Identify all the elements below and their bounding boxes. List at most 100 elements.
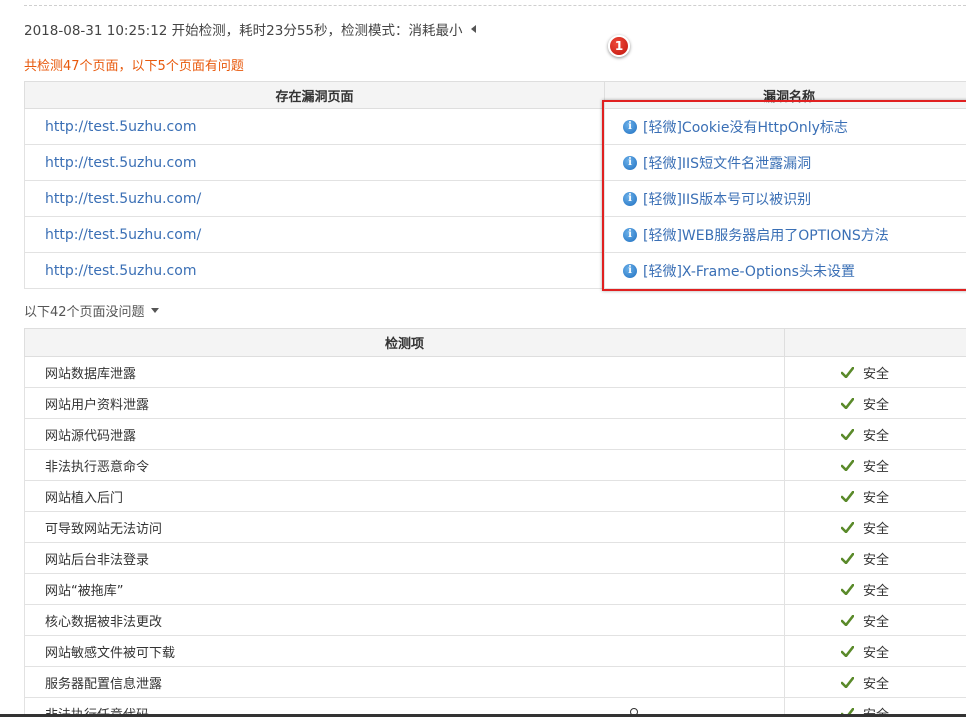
checkmark-icon: [841, 521, 854, 533]
info-icon: i: [623, 119, 637, 134]
status-text: 安全: [863, 552, 890, 568]
table-row: 网站源代码泄露 安全: [24, 418, 966, 450]
check-items-table: 检测项 网站数据库泄露 安全 网站用户资料泄露 安全 网站源代码泄露 安全 非法执行恶意命令…: [24, 328, 966, 717]
annotation-badge: 1: [608, 35, 630, 57]
scan-info: 2018-08-31 10:25:12 开始检测，耗时23分55秒，检测模式：消…: [24, 19, 476, 39]
vuln-table-header: 存在漏洞页面 漏洞名称: [24, 81, 966, 109]
status-badge: 安全: [841, 549, 889, 568]
checkmark-icon: [841, 459, 854, 471]
status-cell: 安全: [784, 511, 966, 543]
status-cell: 安全: [784, 666, 966, 698]
status-badge: 安全: [841, 487, 889, 506]
page-cell: http://test.5uzhu.com/: [24, 180, 605, 217]
status-cell: 安全: [784, 480, 966, 512]
checkmark-icon: [841, 366, 854, 378]
vuln-name-link[interactable]: i [轻微]Cookie没有HttpOnly标志: [623, 117, 848, 137]
column-header-page: 存在漏洞页面: [24, 81, 605, 109]
status-text: 安全: [863, 521, 890, 537]
status-text: 安全: [863, 676, 890, 692]
status-cell: 安全: [784, 573, 966, 605]
check-table-header: 检测项: [24, 328, 966, 357]
checkmark-icon: [841, 490, 854, 502]
vuln-name-cell: i [轻微]IIS短文件名泄露漏洞: [604, 144, 966, 181]
status-badge: 安全: [841, 580, 889, 599]
table-row: 核心数据被非法更改 安全: [24, 604, 966, 636]
status-cell: 安全: [784, 387, 966, 419]
vuln-name-link[interactable]: i [轻微]X-Frame-Options头未设置: [623, 261, 855, 281]
check-item-cell: 可导致网站无法访问: [24, 511, 785, 543]
check-item-cell: 网站源代码泄露: [24, 418, 785, 450]
check-item-cell: 网站数据库泄露: [24, 356, 785, 388]
checkmark-icon: [841, 676, 854, 688]
scan-info-text: 2018-08-31 10:25:12 开始检测，耗时23分55秒，检测模式：消…: [24, 23, 463, 39]
check-item-cell: 非法执行恶意命令: [24, 449, 785, 481]
info-icon: i: [623, 191, 637, 206]
column-header-status: [784, 328, 966, 357]
page-link[interactable]: http://test.5uzhu.com: [45, 155, 196, 171]
info-icon: i: [623, 155, 637, 170]
table-row: http://test.5uzhu.com/i [轻微]WEB服务器启用了OPTI…: [24, 216, 966, 253]
check-item-cell: 核心数据被非法更改: [24, 604, 785, 636]
page-link[interactable]: http://test.5uzhu.com: [45, 263, 196, 279]
status-text: 安全: [863, 366, 890, 382]
check-item-cell: 服务器配置信息泄露: [24, 666, 785, 698]
chevron-down-icon: [150, 308, 159, 313]
status-cell: 安全: [784, 418, 966, 450]
status-badge: 安全: [841, 456, 889, 475]
status-text: 安全: [863, 645, 890, 661]
table-row: 网站植入后门 安全: [24, 480, 966, 512]
checkmark-icon: [841, 428, 854, 440]
page-link[interactable]: http://test.5uzhu.com/: [45, 191, 201, 207]
status-badge: 安全: [841, 611, 889, 630]
vuln-name-cell: i [轻微]IIS版本号可以被识别: [604, 180, 966, 217]
table-row: http://test.5uzhu.com i [轻微]IIS短文件名泄露漏洞: [24, 144, 966, 181]
status-text: 安全: [863, 428, 890, 444]
collapse-caret-icon[interactable]: [470, 25, 476, 33]
page-cell: http://test.5uzhu.com/: [24, 216, 605, 253]
table-row: 网站“被拖库” 安全: [24, 573, 966, 605]
status-text: 安全: [863, 397, 890, 413]
status-badge: 安全: [841, 363, 889, 382]
vuln-name-link[interactable]: i [轻微]IIS短文件名泄露漏洞: [623, 153, 811, 173]
page-cell: http://test.5uzhu.com: [24, 252, 605, 289]
status-badge: 安全: [841, 394, 889, 413]
table-row: 服务器配置信息泄露 安全: [24, 666, 966, 698]
table-row: http://test.5uzhu.com i [轻微]Cookie没有HttpOn…: [24, 108, 966, 145]
check-item-cell: 网站用户资料泄露: [24, 387, 785, 419]
scan-summary: 共检测47个页面，以下5个页面有问题: [24, 59, 244, 74]
top-divider: [24, 5, 966, 6]
vuln-name-link[interactable]: i [轻微]WEB服务器启用了OPTIONS方法: [623, 225, 889, 245]
ok-pages-label: 以下42个页面没问题: [24, 305, 145, 320]
status-badge: 安全: [841, 425, 889, 444]
status-text: 安全: [863, 490, 890, 506]
vulnerability-table: 存在漏洞页面 漏洞名称 http://test.5uzhu.com i [轻微]Co…: [24, 81, 966, 289]
page-link[interactable]: http://test.5uzhu.com/: [45, 227, 201, 243]
checkmark-icon: [841, 583, 854, 595]
page-cell: http://test.5uzhu.com: [24, 108, 605, 145]
checkmark-icon: [841, 614, 854, 626]
page-cell: http://test.5uzhu.com: [24, 144, 605, 181]
page-link[interactable]: http://test.5uzhu.com: [45, 119, 196, 135]
column-header-check-item: 检测项: [24, 328, 785, 357]
checkmark-icon: [841, 552, 854, 564]
status-cell: 安全: [784, 542, 966, 574]
status-cell: 安全: [784, 356, 966, 388]
vuln-name-cell: i [轻微]X-Frame-Options头未设置: [604, 252, 966, 289]
status-badge: 安全: [841, 642, 889, 661]
vuln-name-link[interactable]: i [轻微]IIS版本号可以被识别: [623, 189, 811, 209]
vuln-name-text: [轻微]X-Frame-Options头未设置: [643, 263, 855, 280]
status-cell: 安全: [784, 604, 966, 636]
vuln-name-cell: i [轻微]WEB服务器启用了OPTIONS方法: [604, 216, 966, 253]
status-text: 安全: [863, 614, 890, 630]
checkmark-icon: [841, 397, 854, 409]
ok-pages-toggle[interactable]: 以下42个页面没问题: [24, 301, 159, 320]
vuln-name-text: [轻微]IIS版本号可以被识别: [643, 191, 812, 208]
table-row: 网站数据库泄露 安全: [24, 356, 966, 388]
column-header-vuln-name: 漏洞名称: [604, 81, 966, 109]
status-text: 安全: [863, 583, 890, 599]
vuln-name-text: [轻微]Cookie没有HttpOnly标志: [643, 119, 848, 136]
table-row: http://test.5uzhu.com/i [轻微]IIS版本号可以被识别: [24, 180, 966, 217]
info-icon: i: [623, 227, 637, 242]
table-row: 网站敏感文件被可下载 安全: [24, 635, 966, 667]
table-row: 网站用户资料泄露 安全: [24, 387, 966, 419]
